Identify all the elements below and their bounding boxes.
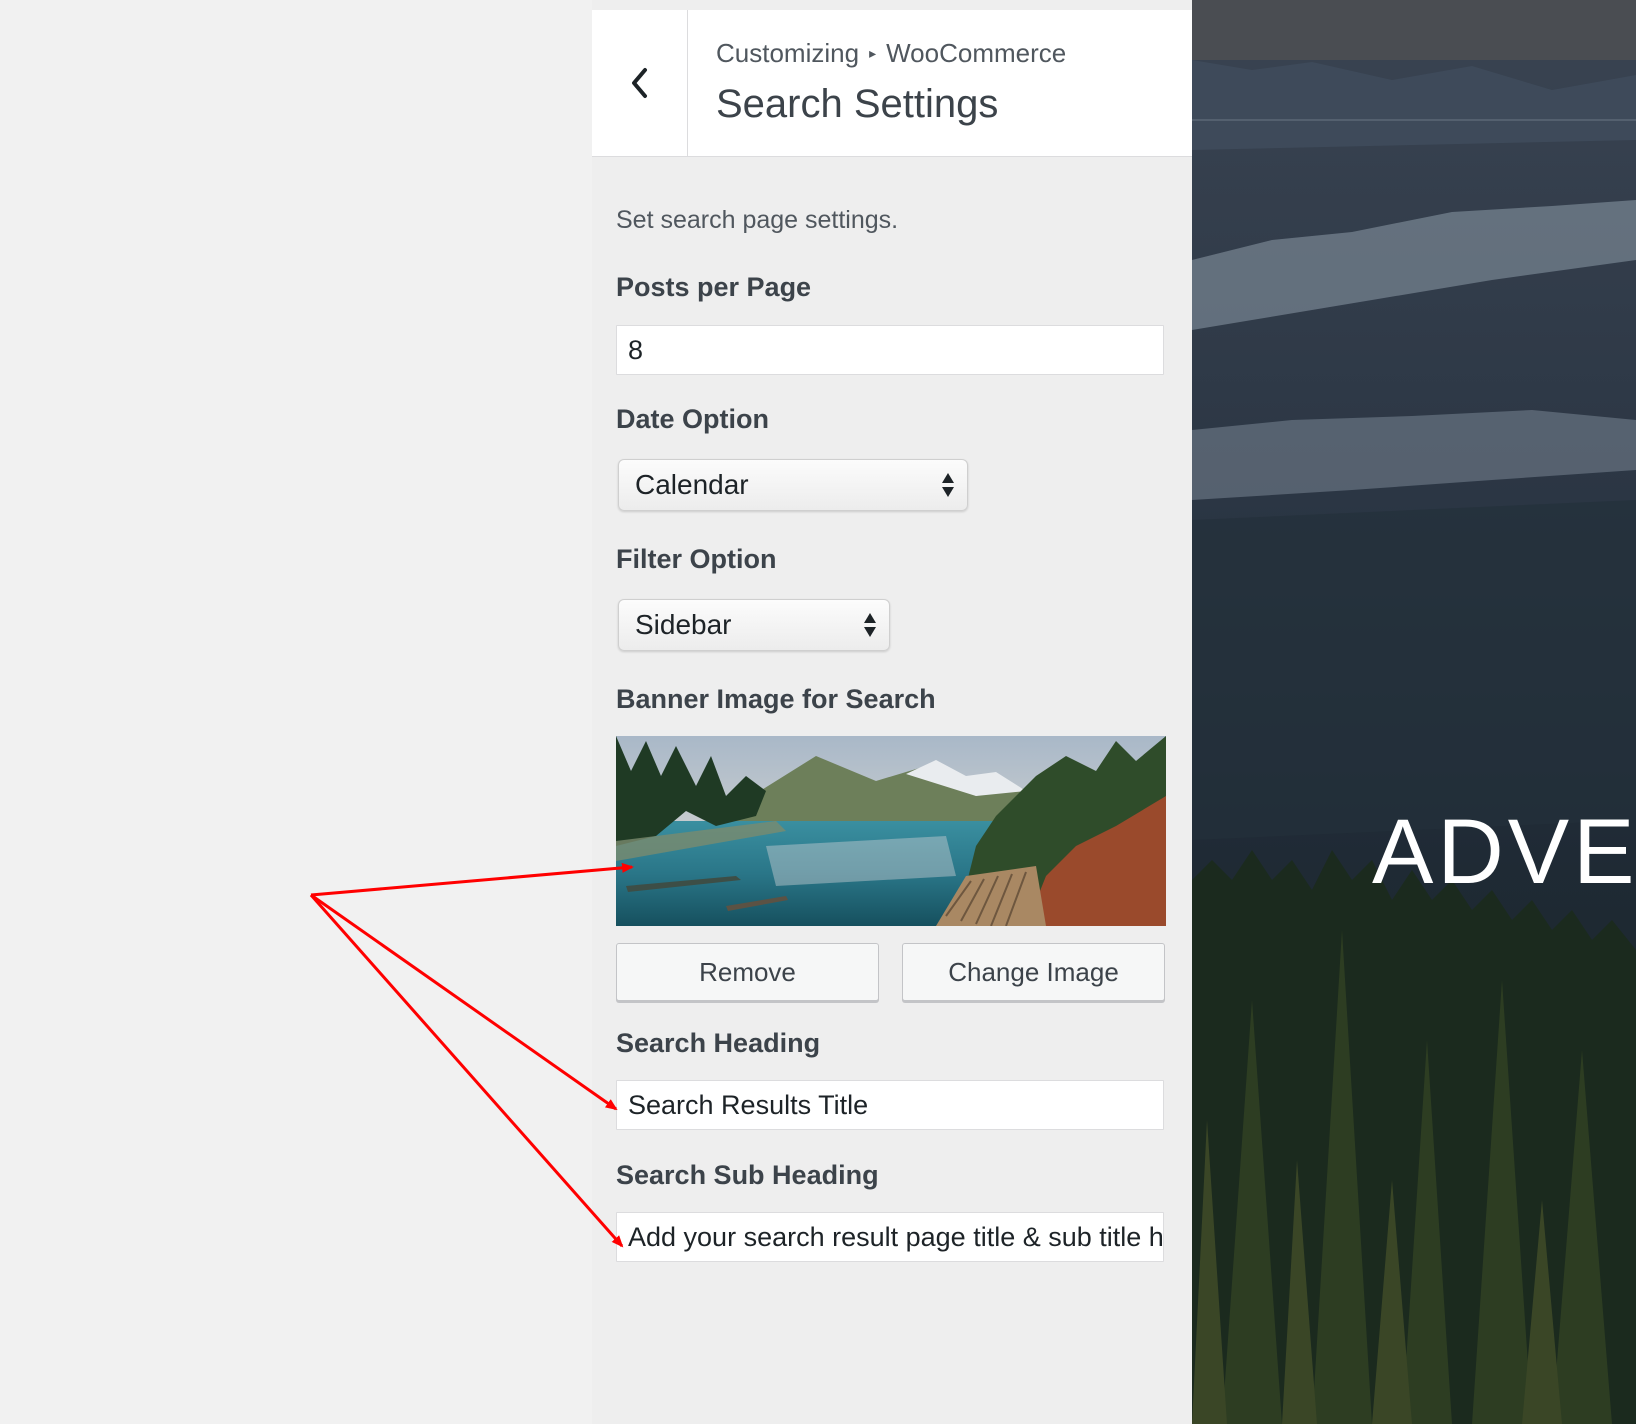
date-option-label: Date Option <box>616 404 769 434</box>
change-image-button[interactable]: Change Image <box>902 943 1165 1001</box>
filter-option-select[interactable]: Sidebar <box>618 599 890 651</box>
breadcrumb-root: Customizing <box>716 38 860 68</box>
up-down-arrows-icon <box>942 473 954 497</box>
page-background <box>0 0 592 1424</box>
posts-per-page-input[interactable]: 8 <box>616 325 1164 375</box>
section-title: Search Settings <box>716 82 999 126</box>
chevron-left-icon <box>631 68 647 98</box>
panel-header: Customizing ▸ WooCommerce Search Setting… <box>592 10 1192 157</box>
section-description: Set search page settings. <box>616 206 899 234</box>
preview-background-image <box>1192 0 1636 1424</box>
breadcrumb-separator: ▸ <box>869 45 877 61</box>
customizer-panel: Customizing ▸ WooCommerce Search Setting… <box>592 0 1192 1424</box>
back-button[interactable] <box>592 10 688 156</box>
date-option-selected: Calendar <box>635 469 749 500</box>
breadcrumb: Customizing ▸ WooCommerce <box>716 38 1066 69</box>
posts-per-page-label: Posts per Page <box>616 272 812 302</box>
search-heading-input[interactable]: Search Results Title <box>616 1080 1164 1130</box>
site-preview: ADVEN <box>1192 0 1636 1424</box>
search-sub-heading-label: Search Sub Heading <box>616 1160 879 1190</box>
search-sub-heading-input[interactable]: Add your search result page title & sub … <box>616 1212 1164 1262</box>
search-heading-label: Search Heading <box>616 1028 821 1058</box>
filter-option-label: Filter Option <box>616 544 777 574</box>
breadcrumb-section: WooCommerce <box>886 38 1067 68</box>
date-option-select[interactable]: Calendar <box>618 459 968 511</box>
remove-image-button[interactable]: Remove <box>616 943 879 1001</box>
filter-option-selected: Sidebar <box>635 609 732 640</box>
up-down-arrows-icon <box>864 613 876 637</box>
preview-hero-title: ADVEN <box>1372 801 1636 903</box>
banner-image-label: Banner Image for Search <box>616 684 936 714</box>
banner-image-preview[interactable] <box>616 736 1166 926</box>
banner-image <box>616 736 1166 926</box>
